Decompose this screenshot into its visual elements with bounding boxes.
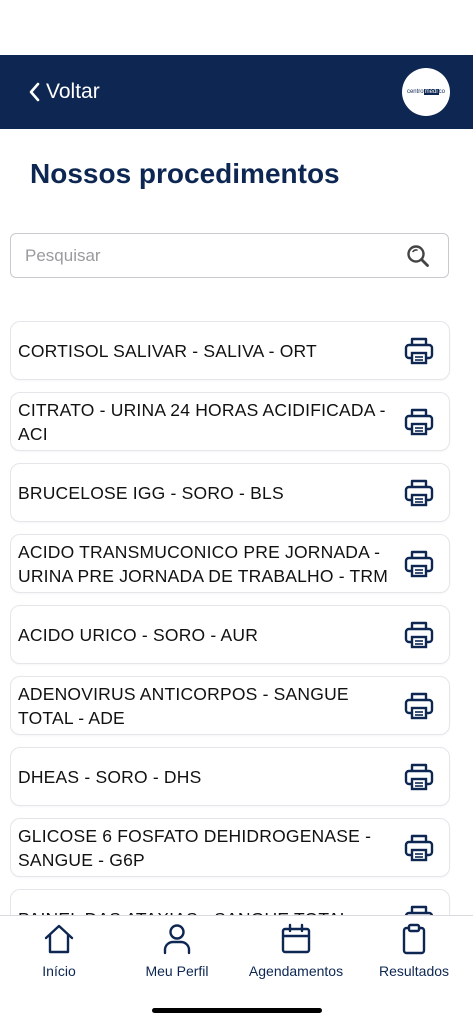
print-icon[interactable] bbox=[403, 478, 435, 508]
procedure-name: CORTISOL SALIVAR - SALIVA - ORT bbox=[18, 340, 317, 361]
calendar-icon bbox=[281, 923, 311, 954]
procedure-name: BRUCELOSE IGG - SORO - BLS bbox=[18, 482, 284, 503]
tab-agendamentos[interactable]: Agendamentos bbox=[237, 922, 355, 984]
list-item[interactable]: CITRATO - URINA 24 HORAS ACIDIFICADA - A… bbox=[10, 392, 450, 451]
print-icon[interactable] bbox=[403, 620, 435, 650]
tab-label: Resultados bbox=[378, 963, 450, 979]
search-box bbox=[10, 233, 449, 278]
tab-label: Agendamentos bbox=[248, 963, 344, 979]
tab-label: Início bbox=[42, 963, 76, 979]
search-icon[interactable] bbox=[406, 244, 430, 268]
clipboard-icon bbox=[402, 923, 426, 955]
back-label: Voltar bbox=[46, 80, 100, 103]
procedure-name: ACIDO URICO - SORO - AUR bbox=[18, 624, 259, 645]
app-header: Voltar centromédico bbox=[0, 55, 473, 129]
logo-text: centromédico bbox=[406, 89, 446, 95]
list-item[interactable]: BRUCELOSE IGG - SORO - BLS bbox=[10, 463, 450, 522]
search-input[interactable] bbox=[25, 243, 395, 269]
chevron-left-icon bbox=[29, 82, 40, 102]
page-title: Nossos procedimentos bbox=[30, 158, 340, 189]
procedure-name: CITRATO - URINA 24 HORAS ACIDIFICADA - A… bbox=[18, 399, 386, 444]
list-item[interactable]: ACIDO TRANSMUCONICO PRE JORNADA - URINA … bbox=[10, 534, 450, 593]
home-icon bbox=[44, 924, 74, 954]
tab-meu-perfil[interactable]: Meu Perfil bbox=[118, 922, 236, 984]
procedure-name: ACIDO TRANSMUCONICO PRE JORNADA - URINA … bbox=[18, 541, 389, 586]
tab-label: Meu Perfil bbox=[145, 963, 209, 979]
user-icon bbox=[163, 924, 191, 955]
print-icon[interactable] bbox=[403, 691, 435, 721]
list-item[interactable]: PAINEL DAS ATAXIAS - SANGUE TOTAL - bbox=[10, 889, 450, 916]
list-item[interactable]: DHEAS - SORO - DHS bbox=[10, 747, 450, 806]
tab-inicio[interactable]: Início bbox=[0, 922, 118, 984]
print-icon[interactable] bbox=[403, 407, 435, 437]
print-icon[interactable] bbox=[403, 336, 435, 366]
list-item[interactable]: ACIDO URICO - SORO - AUR bbox=[10, 605, 450, 664]
logo: centromédico bbox=[402, 68, 450, 116]
procedure-name: DHEAS - SORO - DHS bbox=[18, 766, 202, 787]
status-bar bbox=[0, 0, 473, 55]
print-icon[interactable] bbox=[403, 762, 435, 792]
print-icon[interactable] bbox=[403, 549, 435, 579]
home-indicator bbox=[152, 1008, 322, 1013]
list-item[interactable]: ADENOVIRUS ANTICORPOS - SANGUE TOTAL - A… bbox=[10, 676, 450, 735]
list-item[interactable]: CORTISOL SALIVAR - SALIVA - ORT bbox=[10, 321, 450, 380]
procedure-name: GLICOSE 6 FOSFATO DEHIDROGENASE - SANGUE… bbox=[18, 825, 372, 870]
procedure-name: ADENOVIRUS ANTICORPOS - SANGUE TOTAL - A… bbox=[18, 683, 349, 728]
procedure-list: CORTISOL SALIVAR - SALIVA - ORT CITRATO … bbox=[10, 321, 451, 916]
back-button[interactable]: Voltar bbox=[28, 77, 100, 107]
print-icon[interactable] bbox=[403, 833, 435, 863]
tab-resultados[interactable]: Resultados bbox=[355, 922, 473, 984]
list-item[interactable]: GLICOSE 6 FOSFATO DEHIDROGENASE - SANGUE… bbox=[10, 818, 450, 877]
